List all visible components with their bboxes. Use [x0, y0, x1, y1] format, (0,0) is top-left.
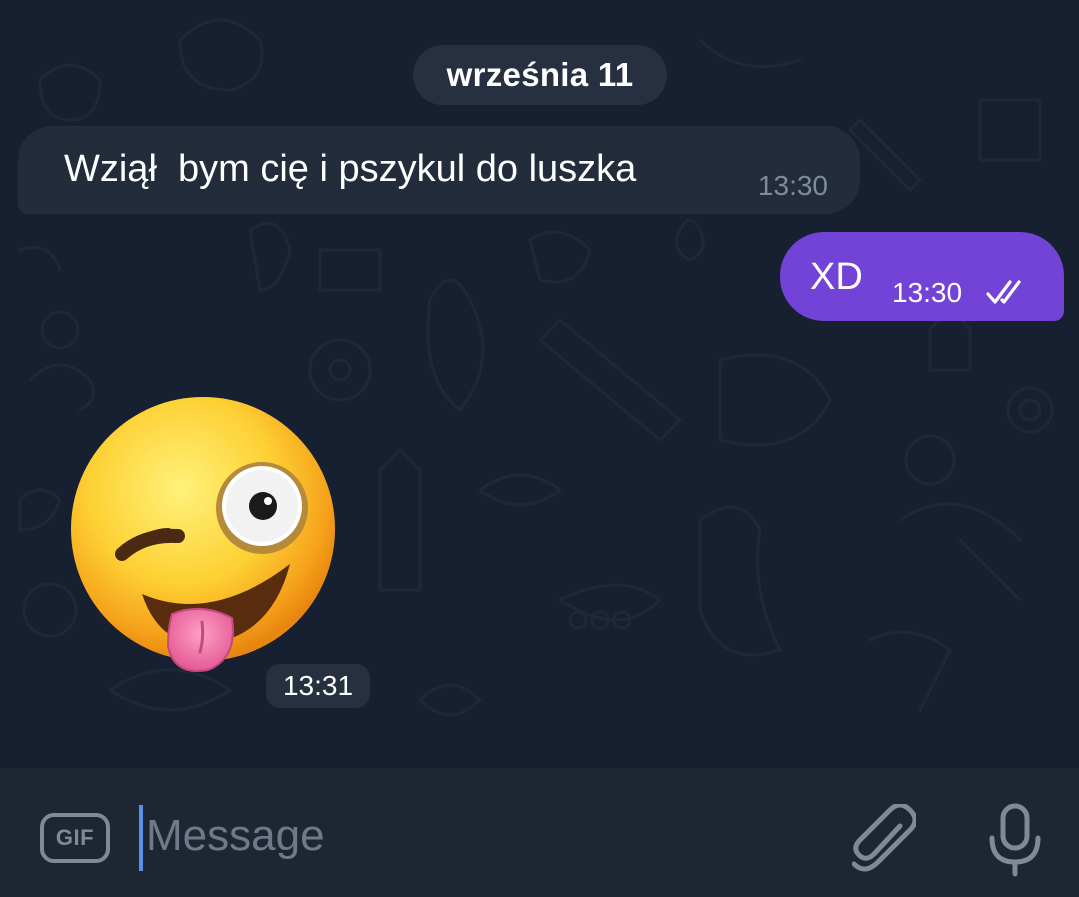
double-check-icon: [986, 280, 1021, 304]
paperclip-icon[interactable]: [852, 804, 916, 874]
gif-icon[interactable]: GIF: [40, 813, 110, 863]
outgoing-message-bubble[interactable]: XD 13:30: [780, 232, 1064, 321]
sticker-time: 13:31: [266, 664, 370, 708]
microphone-icon[interactable]: [986, 802, 1044, 878]
message-time: 13:30: [757, 170, 828, 201]
text-cursor: [139, 805, 143, 871]
incoming-message-bubble[interactable]: Wziął bym cię i pszykul do luszka 13:30: [18, 126, 860, 214]
winking-face-with-tongue-sticker[interactable]: [70, 396, 340, 674]
message-time: 13:30: [892, 277, 963, 308]
message-text: XD: [810, 256, 863, 298]
message-input[interactable]: [146, 806, 826, 866]
chat-area[interactable]: września 11 Wziął bym cię i pszykul do l…: [0, 0, 1079, 768]
date-separator: września 11: [413, 45, 667, 105]
message-text: Wziął bym cię i pszykul do luszka: [64, 148, 637, 190]
